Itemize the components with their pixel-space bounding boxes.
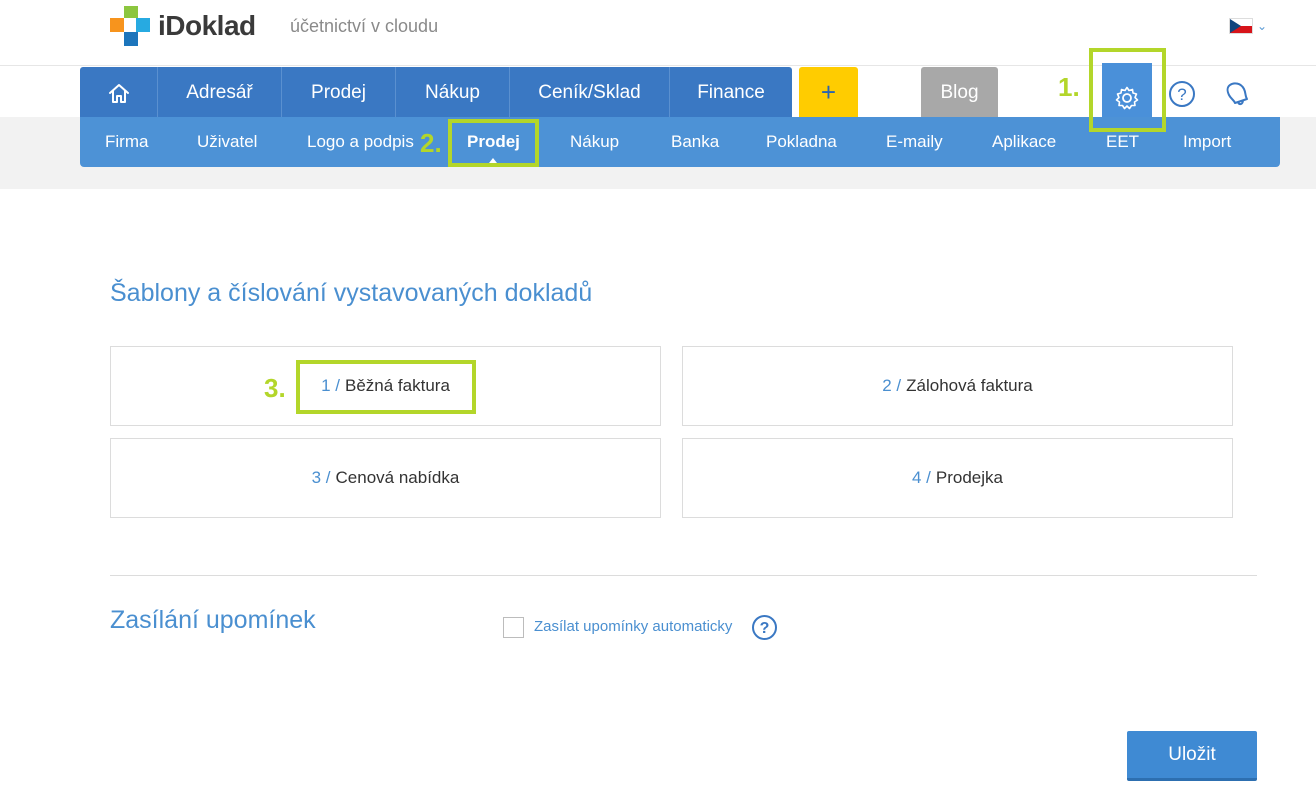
- annotation-step-2: 2.: [420, 128, 442, 158]
- annotation-highlight-prodej: [448, 119, 539, 167]
- auto-reminders-help[interactable]: ?: [751, 614, 778, 641]
- subnav-item-label: EET: [1106, 132, 1140, 151]
- question-circle-icon: ?: [1169, 81, 1195, 107]
- bell-icon: [1226, 82, 1248, 106]
- subnav-item-import[interactable]: Import: [1183, 117, 1231, 167]
- subnav-item-uzivatel[interactable]: Uživatel: [197, 117, 257, 167]
- nav-item-prodej[interactable]: Prodej: [282, 67, 396, 118]
- template-label: Cenová nabídka: [335, 468, 460, 487]
- auto-reminders-label[interactable]: Zasílat upomínky automaticky: [534, 618, 732, 635]
- subnav-item-logo-a-podpis[interactable]: Logo a podpis: [307, 117, 414, 167]
- subnav-item-label: Import: [1183, 132, 1232, 151]
- nav-item-label: Ceník/Sklad: [538, 81, 641, 103]
- annotation-highlight-settings: [1089, 48, 1166, 132]
- template-number: 2 /: [882, 376, 902, 395]
- templates-section-title: Šablony a číslování vystavovaných doklad…: [110, 279, 593, 307]
- subnav-item-pokladna[interactable]: Pokladna: [766, 117, 837, 167]
- nav-item-finance[interactable]: Finance: [670, 67, 792, 118]
- nav-item-label: Nákup: [425, 81, 480, 103]
- language-switcher[interactable]: ⌄: [1229, 18, 1267, 34]
- nav-item-cenik-sklad[interactable]: Ceník/Sklad: [510, 67, 670, 118]
- subnav-item-banka[interactable]: Banka: [671, 117, 719, 167]
- template-label: Prodejka: [935, 468, 1003, 487]
- nav-item-nakup[interactable]: Nákup: [396, 67, 510, 118]
- notifications-button[interactable]: [1220, 77, 1254, 111]
- save-button[interactable]: Uložit: [1127, 731, 1257, 781]
- subnav-item-aplikace[interactable]: Aplikace: [992, 117, 1056, 167]
- template-card-zalohova-faktura[interactable]: 2 / Zálohová faktura: [682, 346, 1233, 426]
- svg-text:?: ?: [1177, 85, 1186, 104]
- template-number: 3 /: [311, 468, 331, 487]
- main-nav: Adresář Prodej Nákup Ceník/Sklad Finance: [80, 67, 792, 118]
- tagline: účetnictví v cloudu: [290, 16, 439, 36]
- template-number: 4 /: [911, 468, 931, 487]
- nav-home[interactable]: [80, 67, 158, 118]
- subnav-item-label: Firma: [105, 132, 149, 151]
- question-circle-icon: ?: [752, 615, 777, 640]
- chevron-down-icon: ⌄: [1257, 19, 1268, 33]
- logo[interactable]: iDoklad: [110, 6, 256, 46]
- subnav-item-label: Uživatel: [197, 132, 258, 151]
- brand-name: iDoklad: [158, 10, 256, 41]
- nav-item-label: Adresář: [186, 81, 253, 103]
- home-icon: [108, 83, 129, 103]
- auto-reminders-checkbox[interactable]: [503, 617, 524, 638]
- help-button[interactable]: ?: [1165, 77, 1199, 111]
- annotation-step-3: 3.: [264, 373, 286, 403]
- template-label: Zálohová faktura: [906, 376, 1033, 395]
- annotation-highlight-bezna-faktura: [296, 360, 476, 414]
- add-document-button[interactable]: +: [799, 67, 858, 118]
- subnav-item-label: E-maily: [886, 132, 943, 151]
- logo-mark-icon: [110, 6, 150, 46]
- subnav-item-label: Nákup: [570, 132, 620, 151]
- nav-item-label: Finance: [697, 81, 765, 103]
- subnav-item-nakup[interactable]: Nákup: [570, 117, 619, 167]
- czech-flag-icon: [1229, 18, 1253, 34]
- template-card-cenova-nabidka[interactable]: 3 / Cenová nabídka: [110, 438, 661, 518]
- blog-button[interactable]: Blog: [921, 67, 998, 118]
- subnav-item-label: Aplikace: [992, 132, 1057, 151]
- reminders-section-title: Zasílání upomínek: [110, 606, 316, 634]
- subnav-item-label: Pokladna: [766, 132, 837, 151]
- template-card-prodejka[interactable]: 4 / Prodejka: [682, 438, 1233, 518]
- svg-text:?: ?: [760, 620, 770, 637]
- subnav-item-e-maily[interactable]: E-maily: [886, 117, 943, 167]
- section-divider: [110, 575, 1257, 576]
- subnav-item-label: Banka: [671, 132, 720, 151]
- subnav-item-label: Logo a podpis: [307, 132, 414, 151]
- annotation-step-1: 1.: [1058, 72, 1080, 102]
- nav-item-adresar[interactable]: Adresář: [158, 67, 282, 118]
- page: iDoklad účetnictví v cloudu ⌄ Adresář Pr…: [0, 0, 1316, 806]
- nav-item-label: Prodej: [311, 81, 366, 103]
- subnav-item-firma[interactable]: Firma: [105, 117, 148, 167]
